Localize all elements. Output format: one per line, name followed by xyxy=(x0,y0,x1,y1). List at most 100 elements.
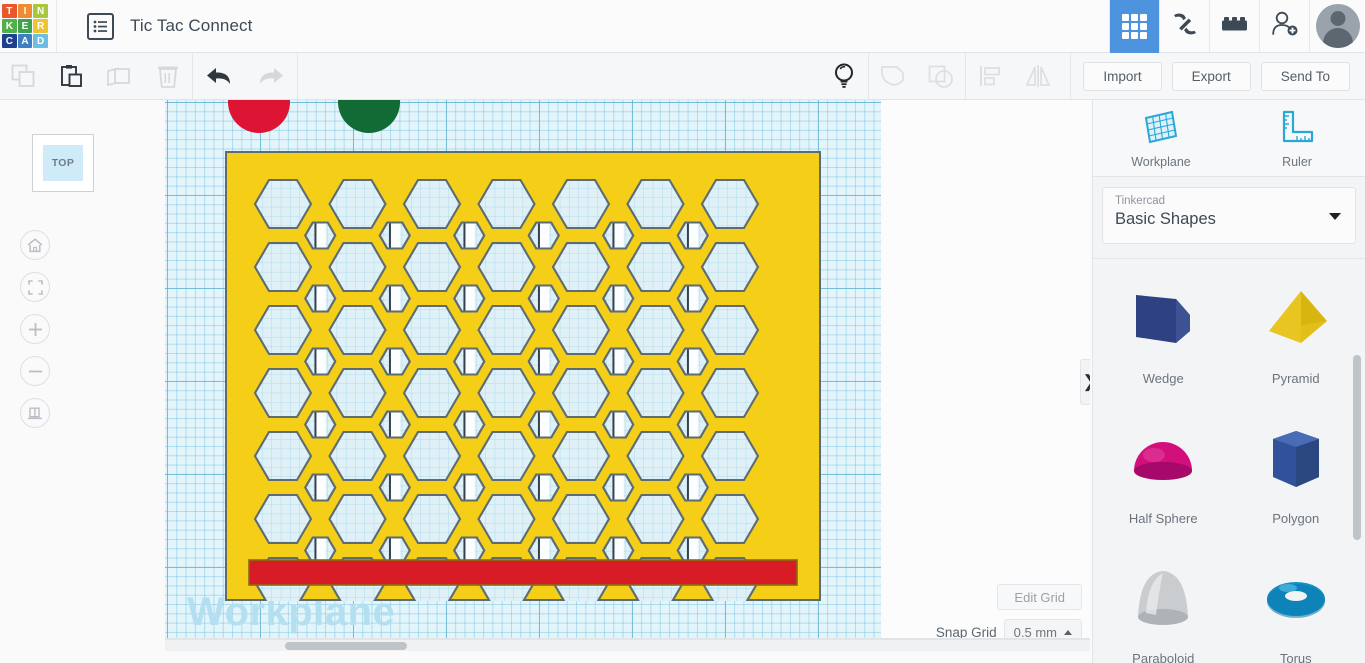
delete-button[interactable] xyxy=(144,53,192,99)
align-icon xyxy=(980,66,1001,86)
shape-polygon-icon xyxy=(1257,411,1335,511)
view-cube[interactable]: TOP xyxy=(32,134,94,192)
ruler-tool-label: Ruler xyxy=(1282,154,1312,169)
shape-torus[interactable]: Torus xyxy=(1230,551,1363,663)
mirror-button[interactable] xyxy=(1014,53,1062,99)
panel-scrollbar-thumb[interactable] xyxy=(1353,355,1361,540)
shape-pyramid[interactable]: Pyramid xyxy=(1230,271,1363,403)
home-view-button[interactable] xyxy=(20,230,50,260)
avatar-icon xyxy=(1315,4,1360,48)
group-button[interactable] xyxy=(869,53,917,99)
shape-pyramid-label: Pyramid xyxy=(1271,371,1320,386)
view-mode-button[interactable] xyxy=(20,398,50,428)
trash-icon xyxy=(158,66,178,88)
logo-tile-e: E xyxy=(17,19,33,33)
copy-button[interactable] xyxy=(0,53,48,99)
tab-tinkercad-grid[interactable] xyxy=(1109,0,1159,53)
shape-paraboloid-icon xyxy=(1124,551,1202,651)
shape-library[interactable]: Wedge Pyramid Half Sphere Polygon Paraboloid… xyxy=(1093,258,1365,663)
yellow-hex-plate[interactable] xyxy=(225,151,821,608)
align-button[interactable] xyxy=(966,53,1014,99)
fit-view-icon xyxy=(27,279,43,295)
import-button[interactable]: Import xyxy=(1083,61,1162,91)
fit-all-button[interactable] xyxy=(20,272,50,302)
tab-minecraft[interactable] xyxy=(1159,0,1209,53)
ruler-tool[interactable]: Ruler xyxy=(1229,100,1365,176)
redo-button[interactable] xyxy=(245,53,297,99)
shape-pyramid-icon xyxy=(1257,271,1335,371)
minus-icon xyxy=(28,370,42,372)
shape-paraboloid[interactable]: Paraboloid xyxy=(1097,551,1230,663)
export-button[interactable]: Export xyxy=(1171,61,1251,91)
list-document-icon[interactable] xyxy=(87,12,114,40)
group-shapes-icon xyxy=(881,65,905,86)
workplane-tool[interactable]: Workplane xyxy=(1093,100,1229,176)
notes-button[interactable] xyxy=(820,53,868,99)
edit-toolbar: Import Export Send To xyxy=(0,53,1365,100)
lightbulb-icon xyxy=(835,62,854,88)
logo-tile-n: N xyxy=(33,4,48,18)
chevron-right-icon: ❯ xyxy=(1082,372,1090,392)
chevron-down-icon xyxy=(1329,213,1341,220)
grid-controls: Edit Grid Snap Grid 0.5 mm xyxy=(936,584,1082,645)
shape-wedge-label: Wedge xyxy=(1142,371,1184,386)
tab-blocks[interactable] xyxy=(1209,0,1259,53)
logo-tile-t: T xyxy=(2,4,17,18)
logo-tile-i: I xyxy=(17,4,33,18)
undo-arrow-icon xyxy=(207,68,230,84)
view-cube-top-face: TOP xyxy=(43,145,83,181)
invite-people[interactable] xyxy=(1259,0,1309,53)
paste-icon xyxy=(61,64,82,87)
logo-tile-d: D xyxy=(33,34,48,48)
undo-button[interactable] xyxy=(193,53,245,99)
workplane-tool-label: Workplane xyxy=(1131,154,1191,169)
library-name: Basic Shapes xyxy=(1115,210,1216,228)
tinkercad-app: TINKERCAD Tic Tac Connect Import Export … xyxy=(0,0,1365,663)
shape-wedge[interactable]: Wedge xyxy=(1097,271,1230,403)
send-to-button[interactable]: Send To xyxy=(1260,61,1350,91)
shape-library-picker[interactable]: Tinkercad Basic Shapes xyxy=(1102,187,1356,244)
document-title[interactable]: Tic Tac Connect xyxy=(130,16,252,36)
account-avatar[interactable] xyxy=(1309,0,1365,53)
shape-wedge-icon xyxy=(1124,271,1202,371)
orthographic-icon xyxy=(28,407,42,419)
horizontal-scrollbar[interactable] xyxy=(165,639,1090,651)
ruler-icon xyxy=(1278,108,1316,151)
duplicate-icon xyxy=(107,66,130,86)
zoom-out-button[interactable] xyxy=(20,356,50,386)
scrollbar-thumb[interactable] xyxy=(285,642,407,650)
caret-up-icon xyxy=(1064,629,1072,635)
ungroup-shapes-icon xyxy=(929,65,954,88)
tinkercad-logo[interactable]: TIN KER CAD xyxy=(2,4,48,48)
collapse-panel-button[interactable]: ❯ xyxy=(1080,359,1090,405)
divider xyxy=(56,0,57,53)
zoom-in-button[interactable] xyxy=(20,314,50,344)
mirror-icon xyxy=(1026,65,1051,87)
divider xyxy=(1070,53,1072,99)
logo-tile-c: C xyxy=(2,34,17,48)
plus-icon xyxy=(28,322,42,336)
shape-half-sphere-icon xyxy=(1124,411,1202,511)
logo-tile-k: K xyxy=(2,19,17,33)
shape-polygon-label: Polygon xyxy=(1272,511,1320,526)
shape-torus-label: Torus xyxy=(1279,651,1312,663)
ungroup-button[interactable] xyxy=(917,53,965,99)
shape-half-sphere-label: Half Sphere xyxy=(1128,511,1198,526)
edit-grid-button[interactable]: Edit Grid xyxy=(997,584,1082,610)
library-owner: Tinkercad xyxy=(1115,195,1166,207)
shape-torus-icon xyxy=(1257,551,1335,651)
workplane-icon xyxy=(1142,108,1180,151)
shape-polygon[interactable]: Polygon xyxy=(1230,411,1363,543)
logo-tile-a: A xyxy=(17,34,33,48)
add-user-icon xyxy=(1271,11,1299,42)
right-panel: Workplane Ruler Tinkercad Basic Shapes W… xyxy=(1092,100,1365,663)
shape-half-sphere[interactable]: Half Sphere xyxy=(1097,411,1230,543)
lego-brick-icon xyxy=(1221,14,1248,39)
canvas-viewport[interactable]: Workplane ❯ Edit Grid Snap Grid 0.5 mm xyxy=(165,100,1090,651)
grid-3x3-icon xyxy=(1122,13,1147,39)
top-bar: TIN KER CAD Tic Tac Connect xyxy=(0,0,1365,53)
pickaxe-icon xyxy=(1171,11,1199,42)
home-icon xyxy=(27,237,43,252)
duplicate-button[interactable] xyxy=(96,53,144,99)
paste-button[interactable] xyxy=(48,53,96,99)
